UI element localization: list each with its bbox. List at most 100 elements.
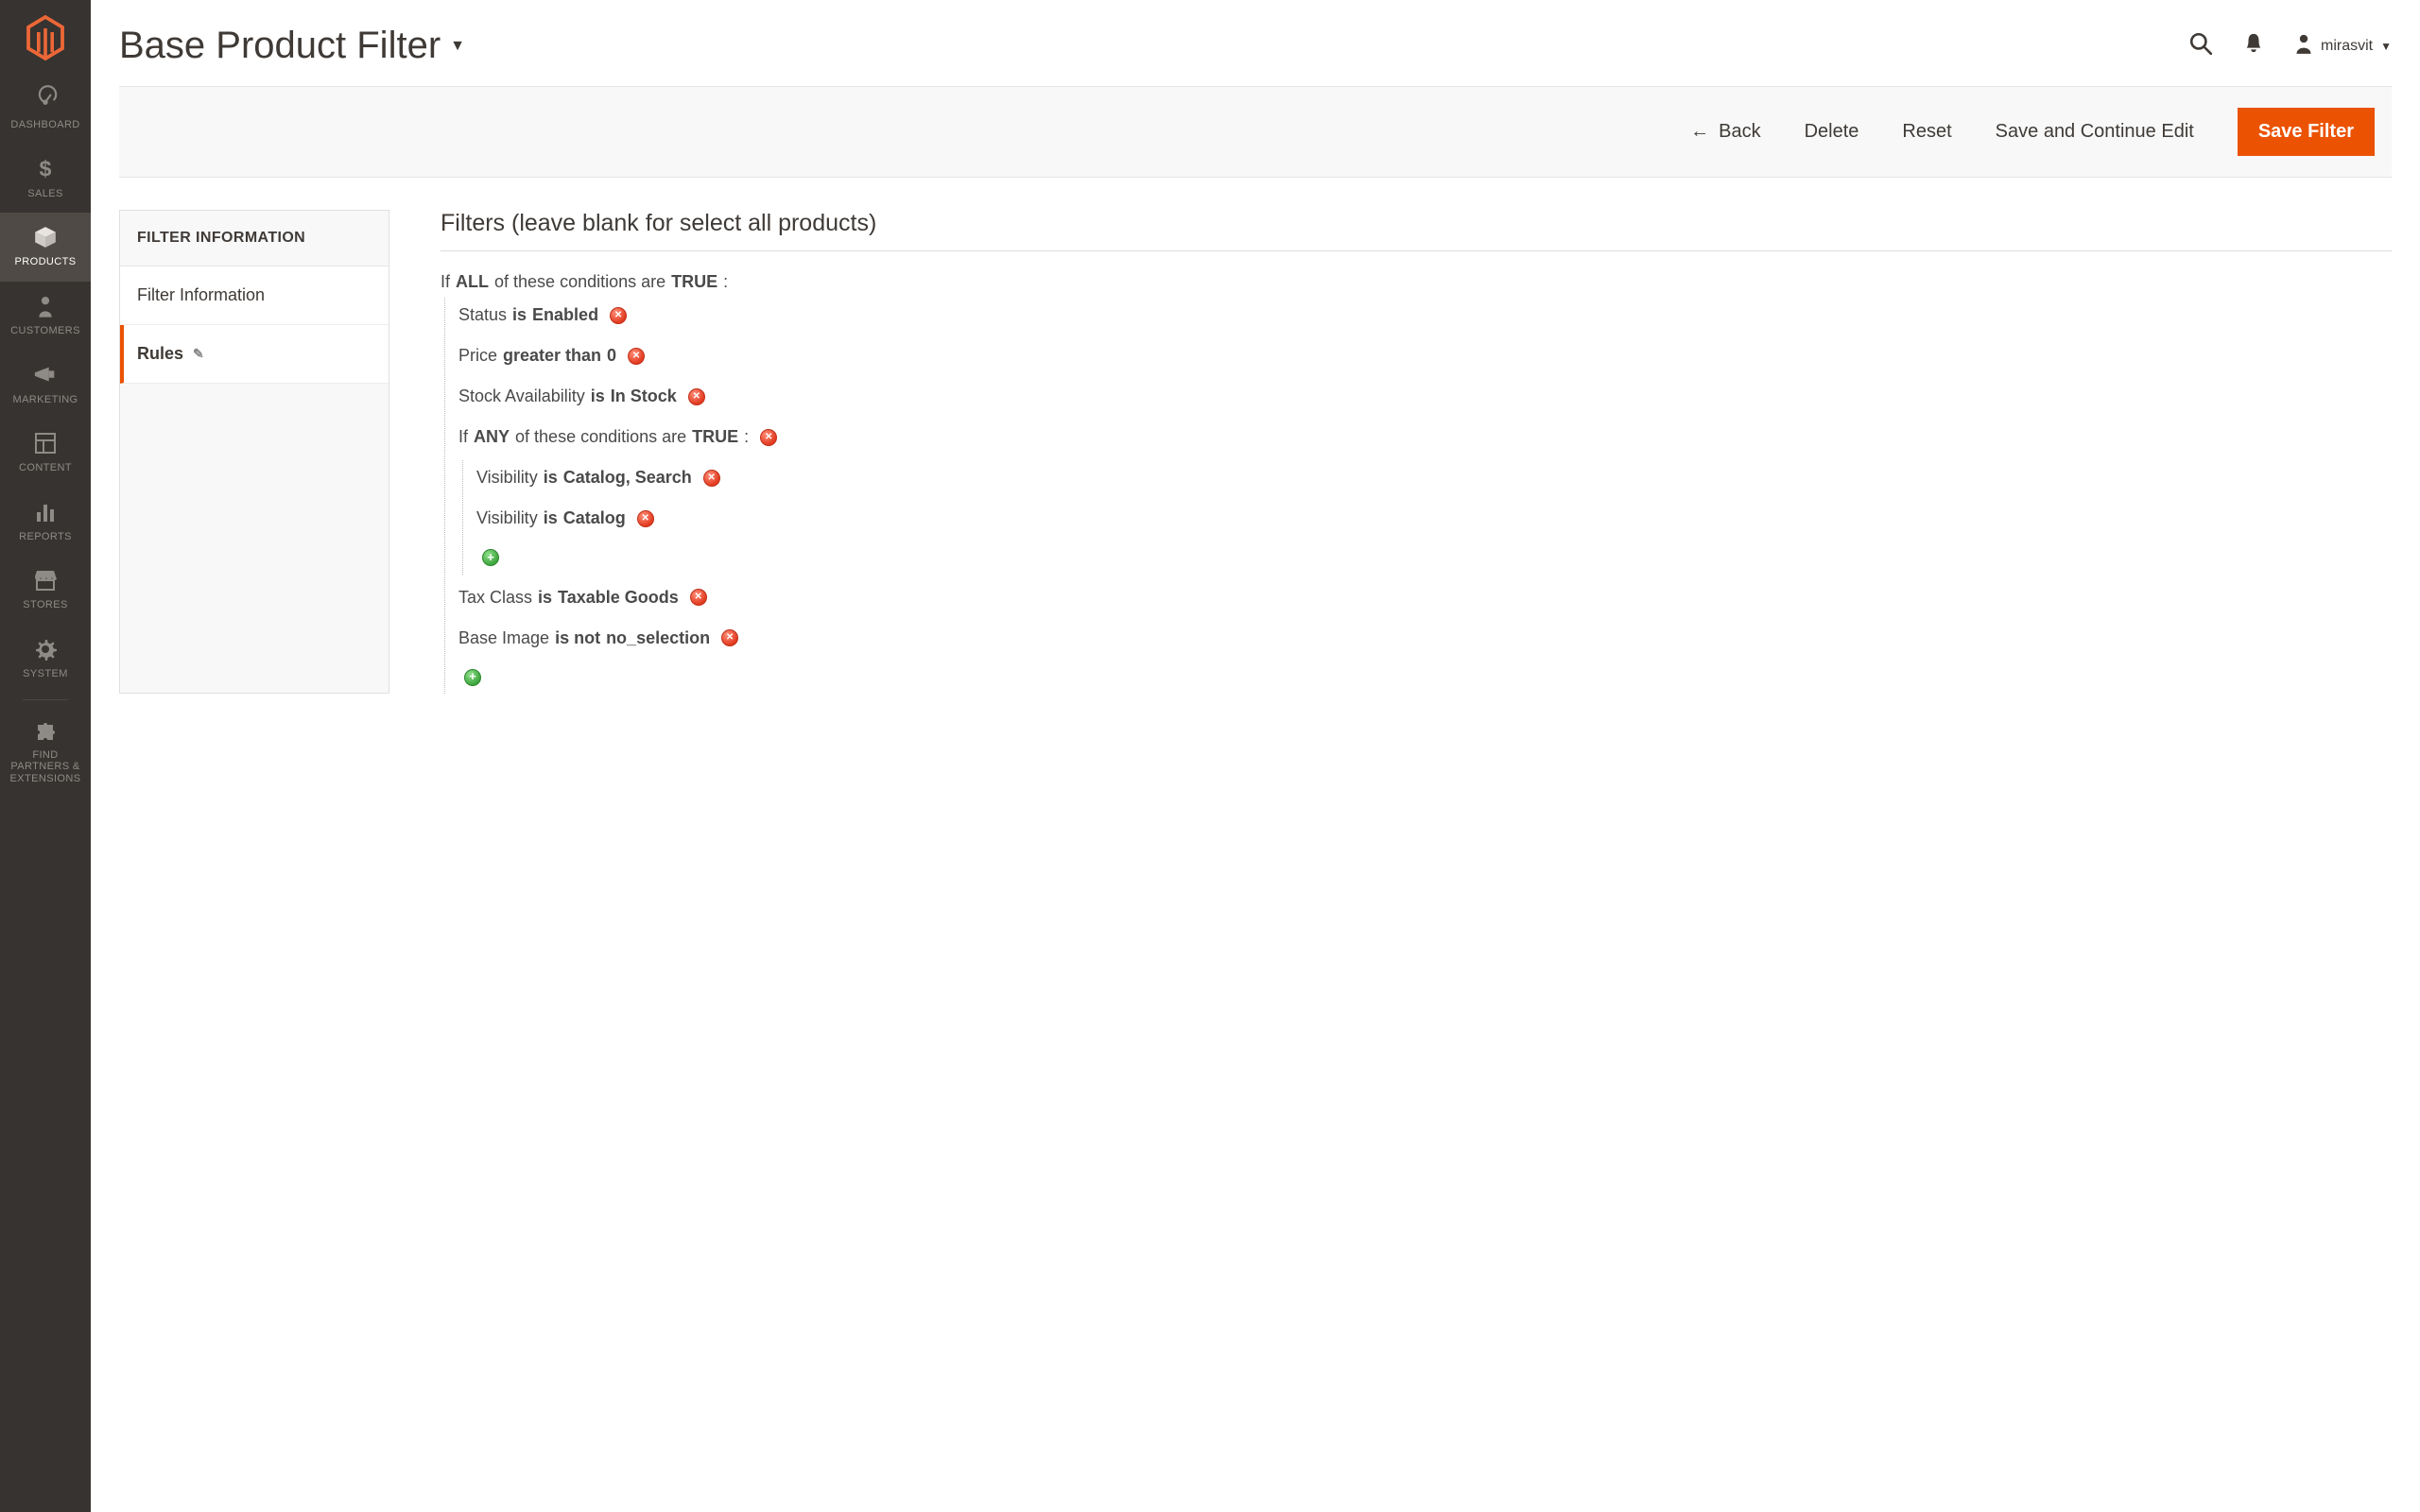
- caret-down-icon: ▼: [2380, 40, 2392, 53]
- add-condition-icon[interactable]: [482, 549, 499, 566]
- condition-value[interactable]: Taxable Goods: [558, 588, 679, 608]
- magento-logo[interactable]: [0, 0, 91, 76]
- condition-row: Tax Class is Taxable Goods: [458, 580, 2392, 615]
- back-button[interactable]: ← Back: [1690, 121, 1760, 143]
- save-filter-button[interactable]: Save Filter: [2238, 108, 2375, 156]
- add-condition-row: [458, 662, 2392, 695]
- nav-stores[interactable]: STORES: [0, 556, 91, 625]
- person-icon: [36, 293, 55, 319]
- add-condition-icon[interactable]: [464, 669, 481, 686]
- nav-label: PRODUCTS: [15, 256, 77, 268]
- nav-reports[interactable]: REPORTS: [0, 488, 91, 557]
- condition-value[interactable]: Catalog: [563, 508, 626, 528]
- nav-label: REPORTS: [19, 531, 72, 543]
- condition-combine-nested: If ANY of these conditions are TRUE :: [458, 420, 2392, 455]
- dollar-icon: $: [36, 156, 55, 182]
- nav-divider: [23, 699, 68, 700]
- condition-attribute[interactable]: Tax Class: [458, 588, 532, 608]
- delete-button[interactable]: Delete: [1805, 121, 1859, 143]
- condition-attribute[interactable]: Stock Availability: [458, 387, 585, 406]
- condition-attribute[interactable]: Base Image: [458, 628, 549, 648]
- condition-attribute[interactable]: Status: [458, 305, 507, 325]
- remove-condition-icon[interactable]: [610, 307, 627, 324]
- condition-row: Price greater than 0: [458, 338, 2392, 373]
- condition-row: Status is Enabled: [458, 298, 2392, 333]
- remove-condition-icon[interactable]: [760, 429, 777, 446]
- caret-down-icon: ▼: [450, 38, 465, 55]
- condition-value[interactable]: Enabled: [532, 305, 598, 325]
- nav-customers[interactable]: CUSTOMERS: [0, 282, 91, 351]
- condition-value[interactable]: no_selection: [606, 628, 710, 648]
- condition-operator[interactable]: is: [544, 508, 558, 528]
- tab-rules[interactable]: Rules ✎: [120, 325, 389, 384]
- svg-text:$: $: [40, 156, 52, 180]
- remove-condition-icon[interactable]: [721, 629, 738, 646]
- save-continue-button[interactable]: Save and Continue Edit: [1996, 121, 2194, 143]
- nav-label: STORES: [23, 599, 67, 611]
- page-title-text: Base Product Filter: [119, 25, 441, 67]
- condition-operator[interactable]: is: [591, 387, 605, 406]
- bar-chart-icon: [34, 499, 57, 525]
- bell-icon[interactable]: [2243, 32, 2264, 60]
- remove-condition-icon[interactable]: [688, 388, 705, 405]
- remove-condition-icon[interactable]: [637, 510, 654, 527]
- nav-label: SALES: [27, 188, 62, 200]
- tab-filter-information[interactable]: Filter Information: [120, 266, 389, 325]
- condition-operator[interactable]: is: [512, 305, 527, 325]
- condition-operator[interactable]: is not: [555, 628, 600, 648]
- nav-products[interactable]: PRODUCTS: [0, 213, 91, 282]
- remove-condition-icon[interactable]: [690, 589, 707, 606]
- condition-value[interactable]: 0: [607, 346, 616, 366]
- nav-marketing[interactable]: MARKETING: [0, 351, 91, 420]
- gauge-icon: [33, 87, 58, 113]
- aggregator-selector[interactable]: ANY: [474, 427, 510, 447]
- remove-condition-icon[interactable]: [628, 348, 645, 365]
- reset-button[interactable]: Reset: [1902, 121, 1951, 143]
- condition-value[interactable]: In Stock: [611, 387, 677, 406]
- puzzle-icon: [34, 717, 57, 744]
- nav-label: FIND PARTNERS & EXTENSIONS: [4, 749, 87, 785]
- search-icon[interactable]: [2188, 31, 2213, 60]
- nav-content[interactable]: CONTENT: [0, 419, 91, 488]
- condition-attribute[interactable]: Visibility: [476, 468, 538, 488]
- condition-attribute[interactable]: Visibility: [476, 508, 538, 528]
- layout-icon: [34, 430, 57, 456]
- condition-row: Stock Availability is In Stock: [458, 379, 2392, 414]
- back-label: Back: [1719, 121, 1760, 143]
- nav-label: SYSTEM: [23, 668, 68, 680]
- value-selector[interactable]: TRUE: [692, 427, 738, 447]
- condition-combine-root: If ALL of these conditions are TRUE :: [441, 272, 2392, 292]
- megaphone-icon: [33, 362, 58, 388]
- condition-value[interactable]: Catalog, Search: [563, 468, 692, 488]
- add-condition-row: [476, 541, 2392, 575]
- nav-label: MARKETING: [13, 394, 78, 406]
- nav-partners[interactable]: FIND PARTNERS & EXTENSIONS: [0, 706, 91, 799]
- remove-condition-icon[interactable]: [703, 470, 720, 487]
- tabs-panel-title: FILTER INFORMATION: [120, 211, 389, 266]
- condition-row: Base Image is not no_selection: [458, 621, 2392, 656]
- nav-label: CONTENT: [19, 462, 72, 474]
- tabs-panel: FILTER INFORMATION Filter Information Ru…: [119, 210, 389, 694]
- rules-panel: Filters (leave blank for select all prod…: [441, 210, 2392, 694]
- tab-label: Filter Information: [137, 285, 265, 305]
- nav-sales[interactable]: $ SALES: [0, 145, 91, 214]
- condition-operator[interactable]: is: [544, 468, 558, 488]
- username: mirasvit: [2321, 38, 2373, 55]
- aggregator-selector[interactable]: ALL: [456, 272, 489, 292]
- user-icon: [2294, 33, 2313, 59]
- condition-attribute[interactable]: Price: [458, 346, 497, 366]
- condition-operator[interactable]: greater than: [503, 346, 601, 366]
- condition-operator[interactable]: is: [538, 588, 552, 608]
- nav-label: CUSTOMERS: [10, 325, 80, 337]
- page-title[interactable]: Base Product Filter ▼: [119, 25, 465, 67]
- condition-row: Visibility is Catalog, Search: [476, 460, 2392, 495]
- nav-system[interactable]: SYSTEM: [0, 625, 91, 694]
- value-selector[interactable]: TRUE: [671, 272, 717, 292]
- nav-dashboard[interactable]: DASHBOARD: [0, 76, 91, 145]
- gear-icon: [34, 636, 57, 662]
- box-icon: [33, 224, 58, 250]
- user-menu[interactable]: mirasvit ▼: [2294, 33, 2392, 59]
- admin-sidebar: DASHBOARD $ SALES PRODUCTS CUSTOMERS MAR…: [0, 0, 91, 1512]
- arrow-left-icon: ←: [1690, 121, 1709, 143]
- tab-label: Rules: [137, 344, 183, 364]
